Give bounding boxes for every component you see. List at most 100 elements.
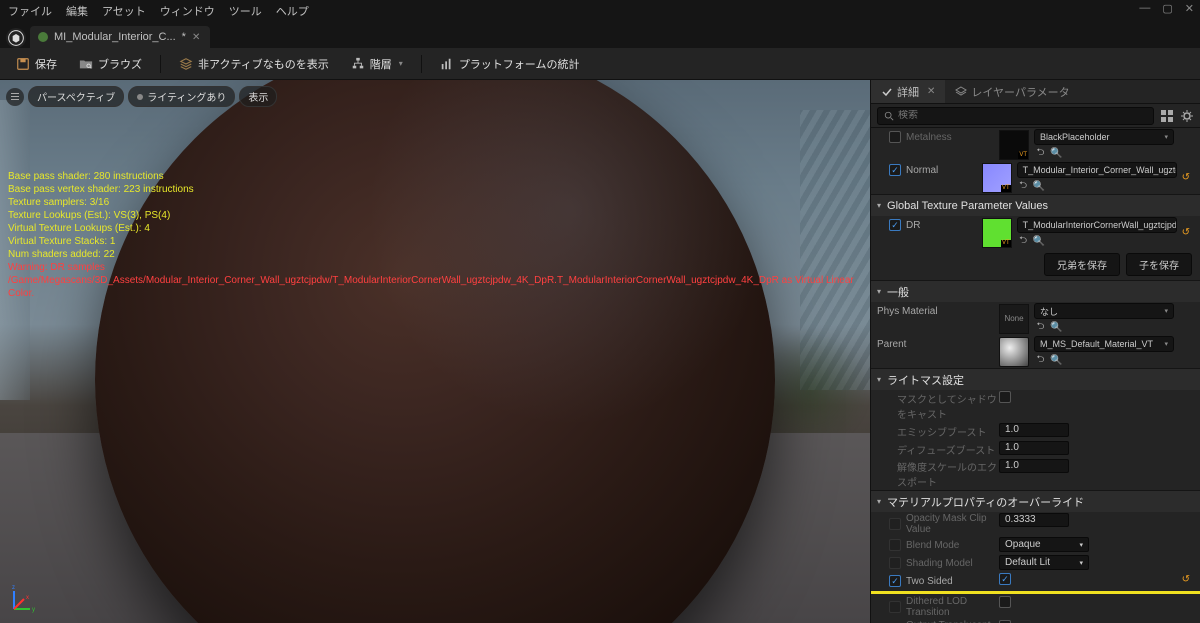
browse-icon[interactable]: 🔍 [1050, 147, 1063, 160]
reset-icon[interactable]: ↺ [1182, 172, 1190, 183]
details-panel: 詳細 ✕ レイヤーパラメータ Metalness [870, 80, 1200, 623]
phys-material-label: Phys Material [877, 306, 938, 317]
search-input[interactable] [877, 107, 1154, 125]
section-global-texture-params[interactable]: ▾ Global Texture Parameter Values [871, 194, 1200, 216]
tab-layer-params[interactable]: レイヤーパラメータ [945, 80, 1079, 103]
menu-help[interactable]: ヘルプ [276, 3, 309, 19]
dithered-checkbox[interactable] [999, 596, 1011, 608]
perspective-button[interactable]: パースペクティブ [28, 86, 124, 107]
browse-icon[interactable]: 🔍 [1050, 354, 1063, 367]
blend-override-checkbox[interactable] [889, 539, 901, 551]
search-icon [884, 111, 894, 121]
parent-thumb[interactable] [999, 337, 1029, 367]
section-general[interactable]: ▾ 一般 [871, 280, 1200, 302]
dr-asset-combo[interactable]: T_ModularInteriorCornerWall_ugztcjpdw▾ [1017, 217, 1177, 233]
tab-details[interactable]: 詳細 ✕ [871, 80, 945, 103]
use-selected-icon[interactable]: ⮌ [1017, 180, 1030, 193]
use-selected-icon[interactable]: ⮌ [1017, 235, 1030, 248]
tab-title: MI_Modular_Interior_C... [54, 31, 176, 43]
use-selected-icon[interactable]: ⮌ [1034, 354, 1047, 367]
dr-thumb[interactable]: VT [982, 218, 1012, 248]
folder-search-icon [79, 57, 93, 71]
blend-mode-combo[interactable]: Opaque▾ [999, 537, 1089, 552]
metalness-thumb[interactable]: VT [999, 130, 1029, 160]
tab-dirty-marker: * [182, 31, 186, 43]
save-button[interactable]: 保存 [8, 53, 65, 75]
save-child-button[interactable]: 子を保存 [1126, 253, 1192, 276]
section-material-override[interactable]: ▾ マテリアルプロパティのオーバーライド [871, 490, 1200, 512]
editor-tab[interactable]: MI_Modular_Interior_C... * ✕ [30, 26, 210, 48]
maximize-icon[interactable]: ▢ [1162, 2, 1172, 15]
shading-model-label: Shading Model [906, 558, 973, 569]
diffuse-boost-label: ディフューズブースト [897, 442, 995, 457]
cast-shadow-checkbox[interactable] [999, 391, 1011, 403]
browse-icon[interactable]: 🔍 [1033, 235, 1046, 248]
menu-window[interactable]: ウィンドウ [160, 3, 215, 19]
emissive-boost-input[interactable]: 1.0 [999, 423, 1069, 437]
lighting-mode-button[interactable]: ライティングあり [128, 86, 235, 107]
triangle-down-icon: ▾ [877, 201, 881, 210]
blend-mode-label: Blend Mode [906, 540, 959, 551]
shading-override-checkbox[interactable] [889, 557, 901, 569]
parent-combo[interactable]: M_MS_Default_Material_VT▾ [1034, 336, 1174, 352]
use-selected-icon[interactable]: ⮌ [1034, 147, 1047, 160]
show-inactive-button[interactable]: 非アクティブなものを表示 [171, 53, 337, 75]
metalness-override-checkbox[interactable] [889, 131, 901, 143]
dithered-override-checkbox[interactable] [889, 601, 901, 613]
normal-label: Normal [906, 165, 938, 176]
triangle-down-icon: ▾ [877, 375, 881, 384]
browse-icon[interactable]: 🔍 [1033, 180, 1046, 193]
browse-icon[interactable]: 🔍 [1050, 321, 1063, 334]
platform-stats-button[interactable]: プラットフォームの統計 [432, 53, 588, 75]
menu-file[interactable]: ファイル [8, 3, 52, 19]
normal-override-checkbox[interactable] [889, 164, 901, 176]
cast-shadow-label: マスクとしてシャドウをキャスト [897, 391, 999, 421]
browse-button[interactable]: ブラウズ [71, 53, 150, 75]
export-res-input[interactable]: 1.0 [999, 459, 1069, 473]
emissive-boost-label: エミッシブブースト [897, 424, 987, 439]
material-instance-icon [38, 32, 48, 42]
layers-icon [955, 86, 967, 98]
save-siblings-button[interactable]: 兄弟を保存 [1044, 253, 1120, 276]
material-viewport[interactable]: パースペクティブ ライティングあり 表示 Base pass shader: 2… [0, 80, 870, 623]
reset-icon[interactable]: ↺ [1182, 227, 1190, 238]
menu-edit[interactable]: 編集 [66, 3, 88, 19]
phys-material-thumb[interactable]: None [999, 304, 1029, 334]
highlight-line [871, 591, 1200, 594]
normal-thumb[interactable]: VT [982, 163, 1012, 193]
menu-tool[interactable]: ツール [229, 3, 262, 19]
dr-label: DR [906, 220, 920, 231]
metalness-asset-combo[interactable]: BlackPlaceholder▾ [1034, 129, 1174, 145]
opacity-override-checkbox[interactable] [889, 518, 901, 530]
dithered-label: Dithered LOD Transition [906, 596, 999, 618]
two-sided-override-checkbox[interactable] [889, 575, 901, 587]
close-icon[interactable]: ✕ [1185, 2, 1194, 15]
shading-model-combo[interactable]: Default Lit▾ [999, 555, 1089, 570]
viewport-debug-overlay: Base pass shader: 280 instructions Base … [8, 170, 870, 300]
layers-icon [179, 57, 193, 71]
toolbar: 保存 ブラウズ 非アクティブなものを表示 階層 ▾ プラットフォームの統計 [0, 48, 1200, 80]
metalness-label: Metalness [906, 132, 952, 143]
chevron-down-icon: ▾ [399, 59, 403, 68]
minimize-icon[interactable]: — [1139, 2, 1150, 15]
reset-icon[interactable]: ↺ [1182, 574, 1190, 585]
two-sided-checkbox[interactable] [999, 573, 1011, 585]
use-selected-icon[interactable]: ⮌ [1034, 321, 1047, 334]
section-lightmass[interactable]: ▾ ライトマス設定 [871, 368, 1200, 390]
grid-icon[interactable] [1160, 109, 1174, 123]
opacity-input[interactable]: 0.3333 [999, 513, 1069, 527]
viewport-options-button[interactable] [6, 88, 24, 106]
diffuse-boost-input[interactable]: 1.0 [999, 441, 1069, 455]
tab-close-icon[interactable]: ✕ [927, 86, 935, 97]
show-button[interactable]: 表示 [239, 86, 277, 107]
stats-icon [440, 57, 454, 71]
hierarchy-icon [351, 57, 365, 71]
menu-asset[interactable]: アセット [102, 3, 146, 19]
gear-icon[interactable] [1180, 109, 1194, 123]
axis-gizmo-icon: z y x [8, 583, 40, 615]
dr-override-checkbox[interactable] [889, 219, 901, 231]
phys-material-combo[interactable]: なし▾ [1034, 303, 1174, 319]
tab-close-icon[interactable]: ✕ [192, 32, 200, 43]
hierarchy-button[interactable]: 階層 ▾ [343, 53, 411, 75]
normal-asset-combo[interactable]: T_Modular_Interior_Corner_Wall_ugztcjj▾ [1017, 162, 1177, 178]
